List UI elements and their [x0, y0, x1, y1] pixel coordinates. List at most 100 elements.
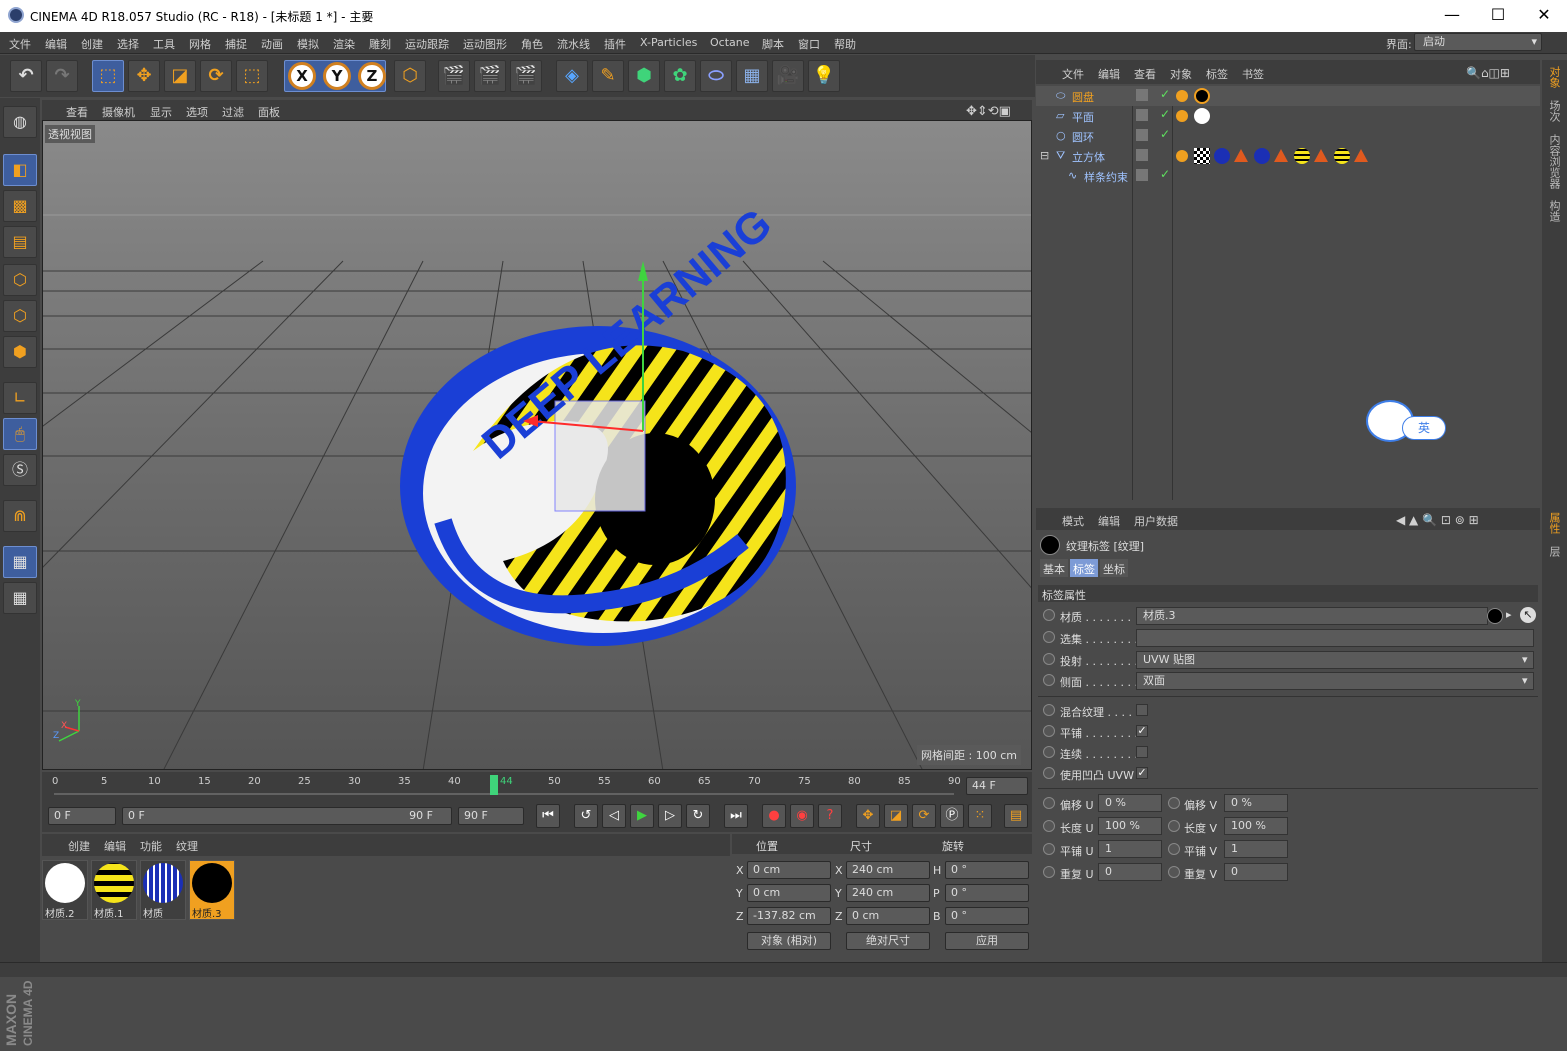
size-mode-dropdown[interactable]: 绝对尺寸 — [846, 932, 930, 950]
animate-radio[interactable] — [1043, 843, 1055, 855]
workplane-lock-icon[interactable]: ▦ — [3, 546, 37, 578]
animate-radio[interactable] — [1043, 609, 1055, 621]
menu-script[interactable]: 脚本 — [762, 36, 784, 52]
key-scale-icon[interactable]: ◪ — [884, 804, 908, 828]
menu-snap[interactable]: 捕捉 — [225, 36, 247, 52]
animate-radio[interactable] — [1043, 797, 1055, 809]
repetitions-u-field[interactable]: 0 — [1098, 863, 1162, 881]
selection-tag-icon[interactable] — [1354, 149, 1368, 162]
render-picture-viewer-icon[interactable]: 🎬 — [474, 60, 506, 92]
checker-tag-icon[interactable] — [1194, 148, 1210, 164]
z-axis-lock-icon[interactable]: Z — [358, 62, 386, 90]
timeline-window-icon[interactable]: ▤ — [1004, 804, 1028, 828]
length-u-field[interactable]: 100 % — [1098, 817, 1162, 835]
animate-radio[interactable] — [1043, 653, 1055, 665]
tab-basic[interactable]: 基本 — [1040, 559, 1068, 577]
animate-radio[interactable] — [1043, 674, 1055, 686]
menu-simulate[interactable]: 模拟 — [297, 36, 319, 52]
key-parameter-icon[interactable]: Ⓟ — [940, 804, 964, 828]
model-mode-icon[interactable]: ◧ — [3, 154, 37, 186]
camera-icon[interactable]: 🎥 — [772, 60, 804, 92]
attribute-menu-mode[interactable]: 模式 — [1062, 513, 1084, 529]
menu-help[interactable]: 帮助 — [834, 36, 856, 52]
tab-takes[interactable]: 场次 — [1546, 100, 1562, 122]
enabled-check-icon[interactable]: ✓ — [1160, 87, 1170, 101]
offset-u-field[interactable]: 0 % — [1098, 794, 1162, 812]
size-x-field[interactable]: 240 cm — [846, 861, 930, 879]
deformer-icon[interactable]: ⬭ — [700, 60, 732, 92]
menu-mograph[interactable]: 运动图形 — [463, 36, 507, 52]
rotate-icon[interactable]: ⟳ — [200, 60, 232, 92]
undo-icon[interactable]: ↶ — [10, 60, 42, 92]
texture-tag-icon[interactable] — [1294, 148, 1310, 164]
tile-checkbox[interactable]: ✓ — [1136, 725, 1148, 737]
texture-tag-icon[interactable] — [1214, 148, 1230, 164]
object-menu-file[interactable]: 文件 — [1062, 66, 1084, 82]
attribute-menu-user-data[interactable]: 用户数据 — [1134, 513, 1178, 529]
points-mode-icon[interactable]: ⬡ — [3, 264, 37, 296]
phong-tag-icon[interactable] — [1176, 150, 1188, 162]
offset-v-field[interactable]: 0 % — [1224, 794, 1288, 812]
object-row-torus[interactable]: ○ 圆环 ✓ — [1036, 126, 1540, 146]
material-swatch[interactable]: 材质.2 — [42, 860, 88, 920]
recent-tool-icon[interactable]: ⬚ — [236, 60, 268, 92]
animate-radio[interactable] — [1043, 725, 1055, 737]
minimize-button[interactable]: — — [1429, 0, 1475, 32]
phong-tag-icon[interactable] — [1176, 90, 1188, 102]
link-arrow-icon[interactable]: ▸ — [1506, 608, 1512, 621]
menu-window[interactable]: 窗口 — [798, 36, 820, 52]
viewport-menu-view[interactable]: 查看 — [66, 104, 88, 120]
key-point-level-icon[interactable]: ⁙ — [968, 804, 992, 828]
tiles-u-field[interactable]: 1 — [1098, 840, 1162, 858]
object-menu-view[interactable]: 查看 — [1134, 66, 1156, 82]
preview-range-slider[interactable]: 0 F 90 F — [122, 807, 452, 825]
axis-mode-icon[interactable]: ∟ — [3, 382, 37, 414]
object-manager-nav-icons[interactable]: 🔍⌂◫⊞ — [1466, 66, 1510, 80]
menu-motion-tracking[interactable]: 运动跟踪 — [405, 36, 449, 52]
light-icon[interactable]: 💡 — [808, 60, 840, 92]
object-menu-tags[interactable]: 标签 — [1206, 66, 1228, 82]
material-swatch-selected[interactable]: 材质.3 — [189, 860, 235, 920]
maximize-button[interactable]: ☐ — [1475, 0, 1521, 32]
menu-create[interactable]: 创建 — [81, 36, 103, 52]
animate-radio[interactable] — [1168, 866, 1180, 878]
live-select-icon[interactable]: ⬚ — [92, 60, 124, 92]
menu-x-particles[interactable]: X-Particles — [640, 36, 697, 49]
coord-mode-dropdown[interactable]: 对象 (相对) — [747, 932, 831, 950]
current-frame-field[interactable]: 44 F — [966, 777, 1028, 795]
texture-tag-icon[interactable] — [1194, 108, 1210, 124]
animate-radio[interactable] — [1043, 704, 1055, 716]
texture-tag-icon[interactable] — [1254, 148, 1270, 164]
viewport-menu-cameras[interactable]: 摄像机 — [102, 104, 135, 120]
interface-select[interactable]: 启动 — [1414, 33, 1542, 51]
magnet-icon[interactable]: ⋒ — [3, 500, 37, 532]
menu-octane[interactable]: Octane — [710, 36, 750, 49]
render-view-icon[interactable]: 🎬 — [438, 60, 470, 92]
play-icon[interactable]: ▶ — [630, 804, 654, 828]
object-menu-bookmarks[interactable]: 书签 — [1242, 66, 1264, 82]
menu-select[interactable]: 选择 — [117, 36, 139, 52]
enabled-check-icon[interactable]: ✓ — [1160, 167, 1170, 181]
animate-radio[interactable] — [1168, 820, 1180, 832]
ime-indicator[interactable]: 英 — [1366, 400, 1448, 442]
object-row-plane[interactable]: ▱ 平面 ✓ — [1036, 106, 1540, 126]
object-menu-edit[interactable]: 编辑 — [1098, 66, 1120, 82]
polygons-mode-icon[interactable]: ⬢ — [3, 336, 37, 368]
viewport-menu-display[interactable]: 显示 — [150, 104, 172, 120]
animate-radio[interactable] — [1043, 866, 1055, 878]
next-frame-icon[interactable]: ▷ — [658, 804, 682, 828]
seamless-checkbox[interactable] — [1136, 746, 1148, 758]
tab-coordinates[interactable]: 坐标 — [1100, 559, 1128, 577]
autokey-icon[interactable]: ◉ — [790, 804, 814, 828]
snap-icon[interactable]: Ⓢ — [3, 454, 37, 486]
rotation-p-field[interactable]: 0 ° — [945, 884, 1029, 902]
cube-primitive-icon[interactable]: ◈ — [556, 60, 588, 92]
menu-pipeline[interactable]: 流水线 — [557, 36, 590, 52]
selection-tag-icon[interactable] — [1234, 149, 1248, 162]
viewport-nav-icons[interactable]: ✥⇕⟲▣ — [966, 104, 1011, 119]
render-settings-icon[interactable]: 🎬 — [510, 60, 542, 92]
edges-mode-icon[interactable]: ⬡ — [3, 300, 37, 332]
menu-character[interactable]: 角色 — [521, 36, 543, 52]
visibility-toggle[interactable] — [1136, 129, 1148, 141]
animate-radio[interactable] — [1043, 767, 1055, 779]
